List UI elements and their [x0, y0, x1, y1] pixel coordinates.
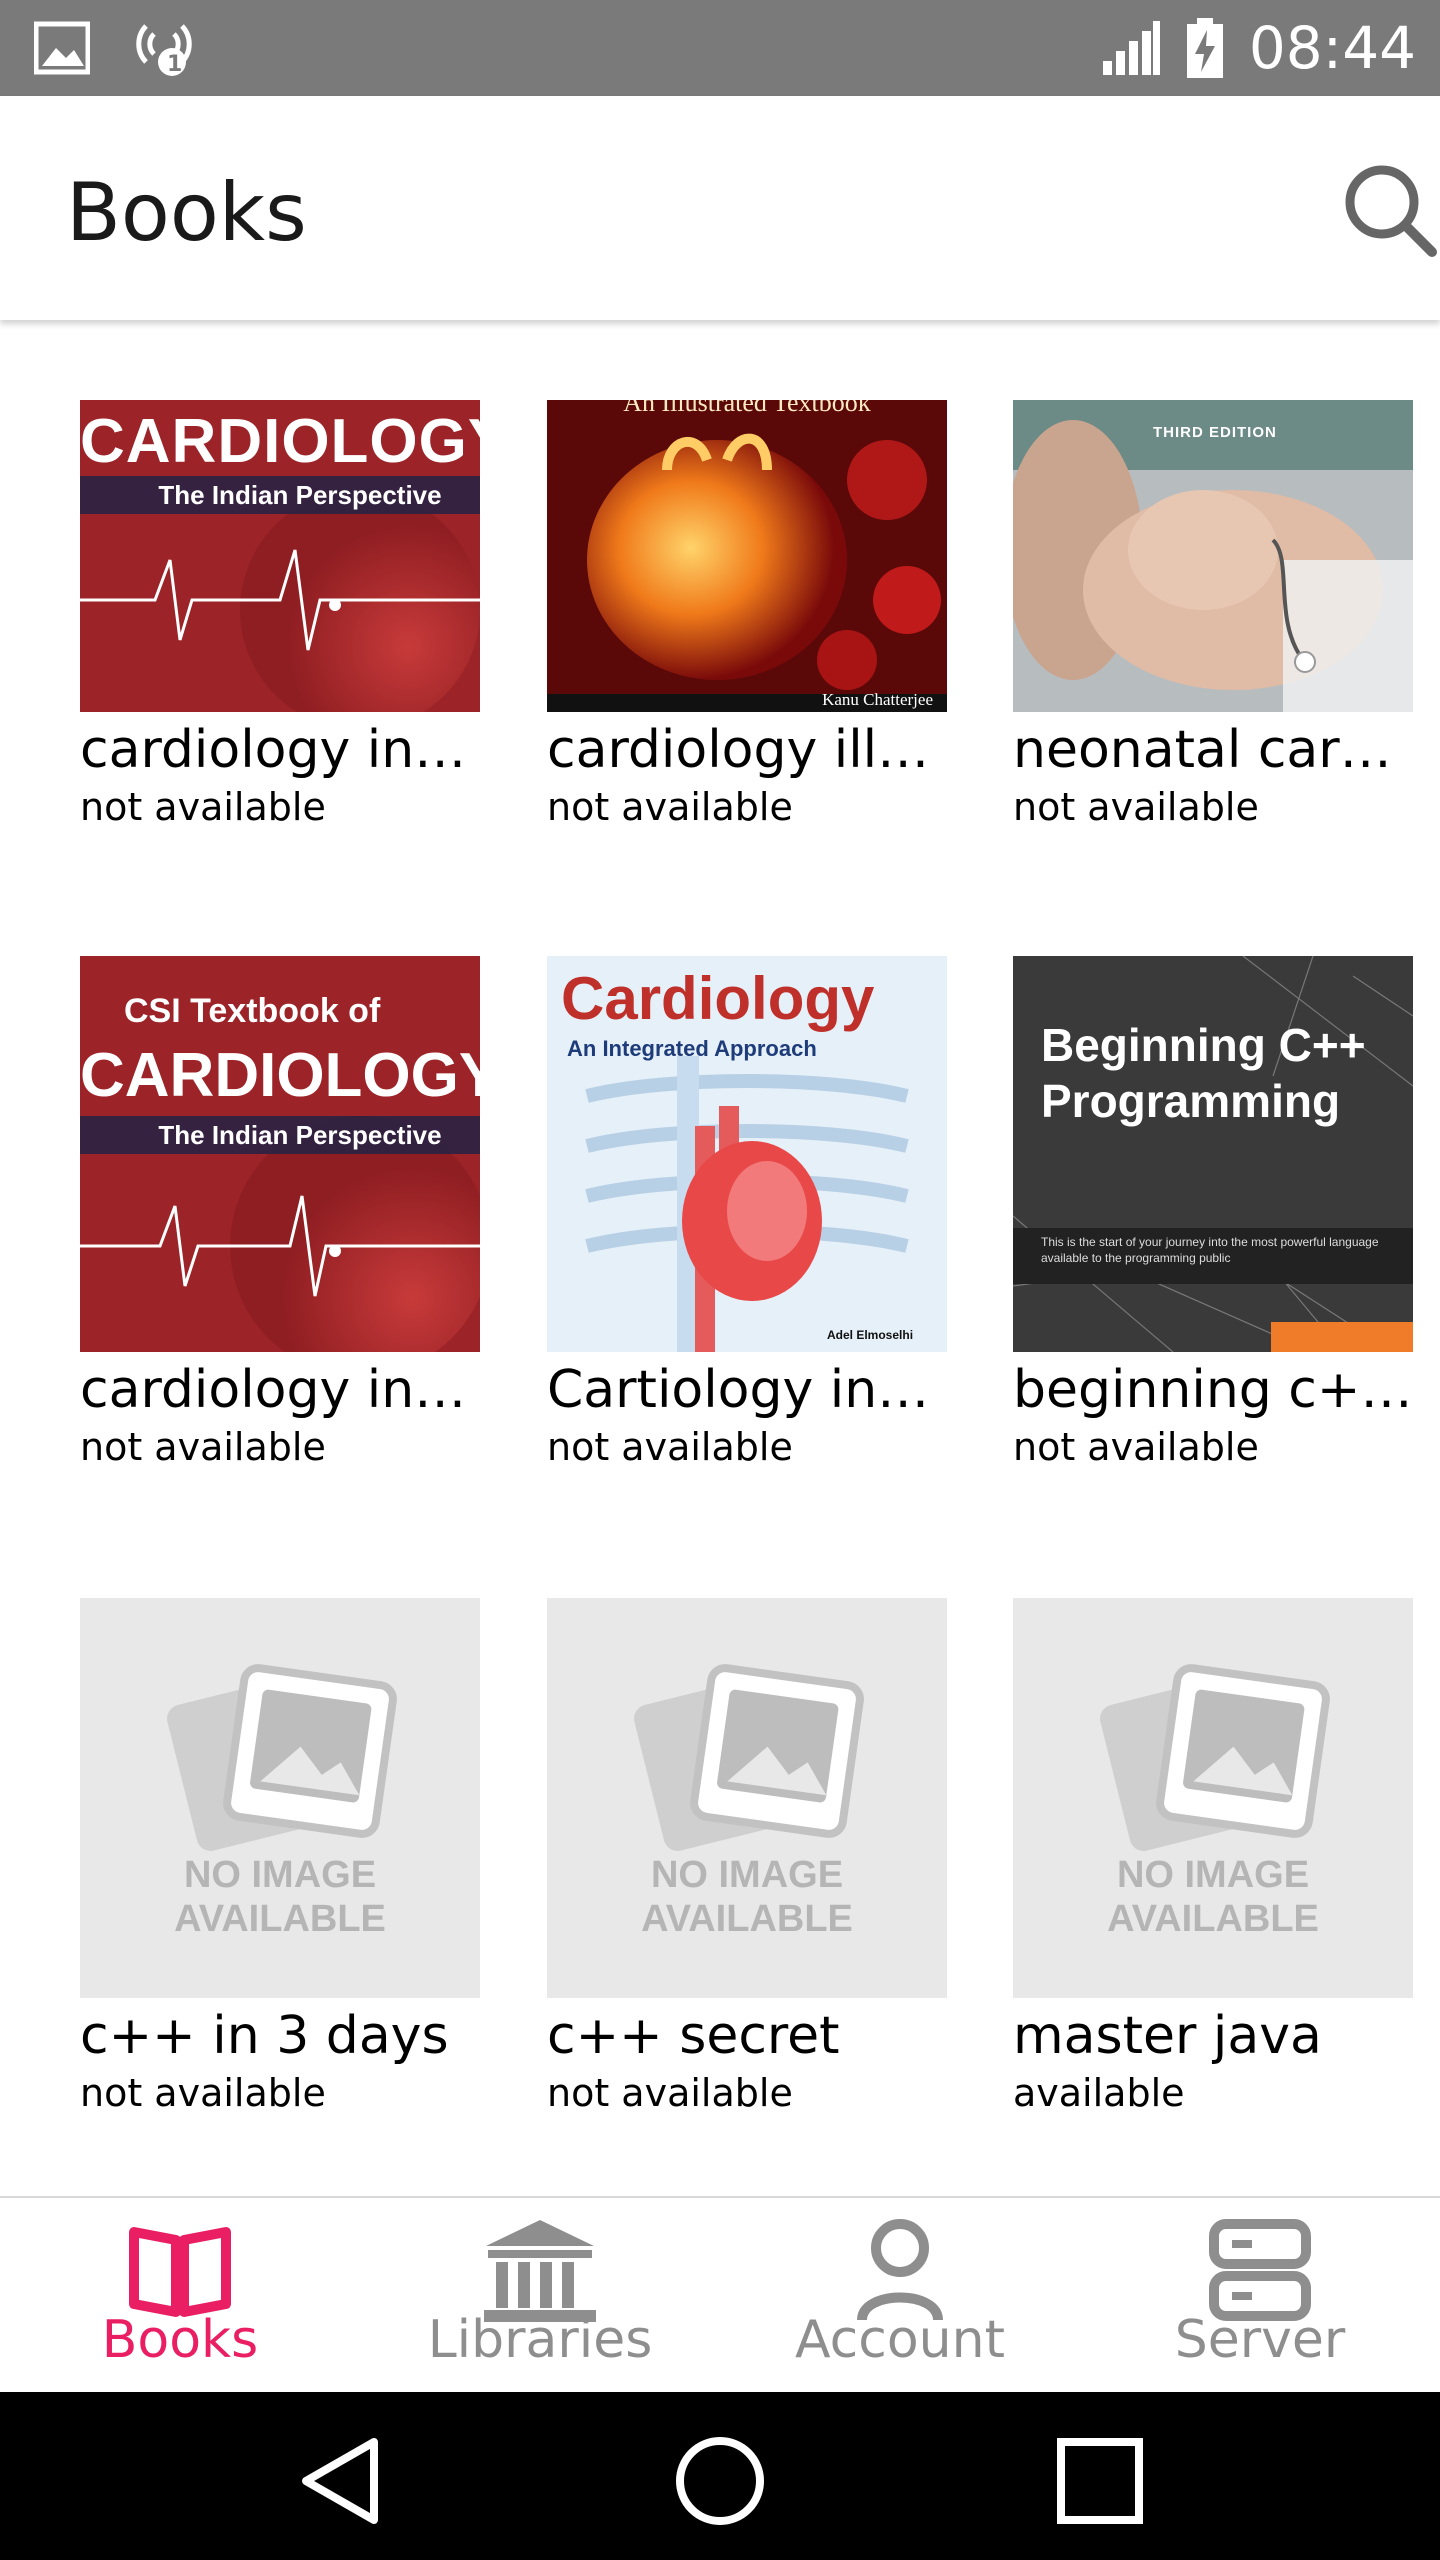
- cover-edition: THIRD EDITION: [1153, 424, 1277, 441]
- book-status: not available: [80, 2071, 326, 2115]
- recents-button[interactable]: [1045, 2426, 1155, 2536]
- cover-pretitle: CSI Textbook of: [124, 992, 381, 1030]
- book-cover: CSI Textbook of CARDIOLOGY The Indian Pe…: [80, 956, 480, 1352]
- home-button[interactable]: [665, 2426, 775, 2536]
- system-navigation-bar: [0, 2392, 1440, 2560]
- book-card[interactable]: Beginning C++ Programming This is the st…: [1013, 956, 1413, 1472]
- book-title: neonatal car…: [1013, 720, 1392, 780]
- book-title: c++ in 3 days: [80, 2006, 449, 2066]
- book-card[interactable]: An Illustrated Textbook Kanu Chatterjee …: [547, 400, 947, 832]
- book-title: master java: [1013, 2006, 1322, 2066]
- page-title: Books: [66, 166, 307, 259]
- book-status: not available: [547, 2071, 793, 2115]
- cover-title: Beginning C++: [1041, 1019, 1366, 1071]
- book-card[interactable]: NO IMAGE AVAILABLE c++ secret not availa…: [547, 1598, 947, 2118]
- book-status: not available: [1013, 1425, 1259, 1469]
- book-title: cardiology ill…: [547, 720, 930, 780]
- nav-server[interactable]: Server: [1080, 2198, 1440, 2392]
- cover-title: Cardiology: [561, 965, 875, 1032]
- svg-text:1: 1: [167, 52, 182, 77]
- status-time: 08:44: [1248, 14, 1416, 82]
- cover-author: Kanu Chatterjee: [822, 690, 933, 709]
- bottom-navigation: Books Libraries Account Server: [0, 2198, 1440, 2392]
- nav-libraries[interactable]: Libraries: [360, 2198, 720, 2392]
- recents-icon: [1057, 2438, 1143, 2524]
- no-image-label: NO IMAGE AVAILABLE: [1107, 1854, 1319, 1940]
- back-button[interactable]: [286, 2426, 396, 2536]
- cover-subtitle: An Integrated Approach: [567, 1036, 817, 1061]
- book-status: not available: [80, 1425, 326, 1469]
- book-card[interactable]: Cardiology An Integrated Approach Adel E…: [547, 956, 947, 1472]
- book-title: beginning c+…: [1013, 1360, 1413, 1420]
- nav-label: Account: [795, 2310, 1005, 2370]
- battery-charging-icon: [1186, 18, 1223, 78]
- nav-label: Server: [1174, 2310, 1346, 2370]
- home-icon: [676, 2437, 764, 2525]
- book-status: not available: [547, 785, 793, 829]
- app-bar: Books: [0, 96, 1440, 320]
- back-icon: [302, 2438, 378, 2524]
- book-cover: An Illustrated Textbook Kanu Chatterjee: [547, 400, 947, 712]
- no-image-label: NO IMAGE AVAILABLE: [174, 1854, 386, 1940]
- cover-title: CARDIOLOGY: [80, 407, 480, 476]
- no-image-placeholder: NO IMAGE AVAILABLE: [80, 1598, 480, 1998]
- search-icon: [1345, 165, 1437, 257]
- book-card[interactable]: CARDIOLOGY The Indian Perspective cardio…: [80, 400, 480, 832]
- book-status: not available: [1013, 785, 1259, 829]
- status-bar: 1 08:44: [0, 0, 1440, 96]
- image-icon: [34, 21, 90, 75]
- signal-icon: [1102, 21, 1160, 75]
- no-image-label: NO IMAGE AVAILABLE: [641, 1854, 853, 1940]
- cover-subtitle: The Indian Perspective: [158, 1120, 442, 1150]
- book-status: not available: [547, 1425, 793, 1469]
- cover-subtitle: The Indian Perspective: [158, 480, 442, 510]
- cover-author: Adel Elmoselhi: [827, 1328, 914, 1342]
- book-cover: THIRD EDITION: [1013, 400, 1413, 712]
- search-button[interactable]: [1340, 160, 1440, 260]
- book-title: cardiology in…: [80, 1360, 467, 1420]
- book-status: not available: [80, 785, 326, 829]
- nav-label: Libraries: [427, 2310, 653, 2370]
- book-cover: Cardiology An Integrated Approach Adel E…: [547, 956, 947, 1352]
- book-status: available: [1013, 2071, 1185, 2115]
- book-cover: Beginning C++ Programming This is the st…: [1013, 956, 1413, 1352]
- book-title: Cartiology in…: [547, 1360, 930, 1420]
- no-image-placeholder: NO IMAGE AVAILABLE: [547, 1598, 947, 1998]
- book-title: c++ secret: [547, 2006, 840, 2066]
- cover-subtitle: Programming: [1041, 1075, 1341, 1127]
- cover-blurb: This is the start of your journey into t…: [1041, 1235, 1379, 1265]
- book-card[interactable]: NO IMAGE AVAILABLE c++ in 3 days not ava…: [80, 1598, 480, 2118]
- book-card[interactable]: NO IMAGE AVAILABLE master java available: [1013, 1598, 1413, 2118]
- book-cover: CARDIOLOGY The Indian Perspective: [80, 400, 480, 712]
- book-grid: CARDIOLOGY The Indian Perspective cardio…: [0, 320, 1440, 2196]
- book-card[interactable]: CSI Textbook of CARDIOLOGY The Indian Pe…: [80, 956, 480, 1472]
- cover-title: An Illustrated Textbook: [623, 400, 871, 417]
- nav-label: Books: [101, 2310, 259, 2370]
- cover-title: CARDIOLOGY: [80, 1041, 480, 1110]
- nav-books[interactable]: Books: [0, 2198, 360, 2392]
- nav-account[interactable]: Account: [720, 2198, 1080, 2392]
- book-title: cardiology in…: [80, 720, 467, 780]
- book-card[interactable]: THIRD EDITION neonatal car… not availabl…: [1013, 400, 1413, 832]
- no-image-placeholder: NO IMAGE AVAILABLE: [1013, 1598, 1413, 1998]
- wifi-hotspot-icon: 1: [136, 24, 192, 77]
